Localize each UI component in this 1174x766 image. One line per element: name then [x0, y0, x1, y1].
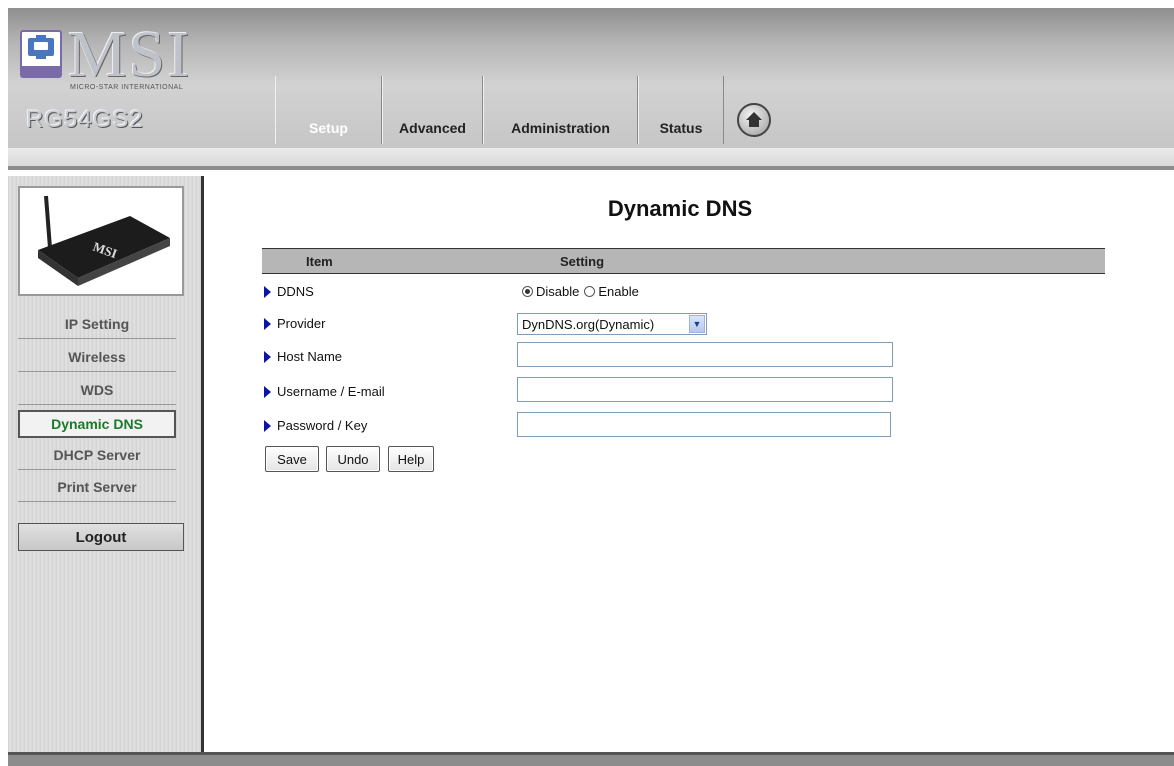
column-header-item: Item: [306, 254, 333, 269]
help-button[interactable]: Help: [388, 446, 434, 472]
host-name-input[interactable]: [517, 342, 893, 367]
top-nav-tabs: Setup Advanced Administration Status: [275, 76, 724, 144]
sidebar-item-dynamic-dns[interactable]: Dynamic DNS: [18, 410, 176, 438]
sidebar-item-dhcp-server[interactable]: DHCP Server: [18, 440, 176, 470]
tab-status[interactable]: Status: [638, 76, 724, 144]
sidebar-item-ip-setting[interactable]: IP Setting: [18, 309, 176, 339]
username-input[interactable]: [517, 377, 893, 402]
column-header-setting: Setting: [560, 254, 605, 269]
settings-table-header: Item Setting: [262, 248, 1105, 274]
ddns-label: DDNS: [264, 284, 314, 299]
provider-selected-value: DynDNS.org(Dynamic): [522, 316, 655, 332]
arrow-right-icon: [264, 419, 271, 432]
brand-logo: MSI: [68, 18, 192, 91]
sidebar: MSI IP Setting Wireless WDS Dynamic DNS …: [8, 176, 204, 752]
header: MSI MICRO-STAR INTERNATIONAL RG54GS2 Set…: [8, 8, 1174, 148]
router-image: MSI: [18, 186, 184, 296]
brand-subtitle: MICRO-STAR INTERNATIONAL: [70, 84, 184, 91]
arrow-right-icon: [264, 317, 271, 330]
chevron-down-icon[interactable]: ▼: [689, 315, 705, 333]
tab-setup[interactable]: Setup: [275, 76, 382, 144]
ddns-radio-group: Disable Enable: [522, 284, 639, 299]
provider-label: Provider: [264, 316, 325, 331]
password-label: Password / Key: [264, 418, 367, 433]
ddns-disable-label: Disable: [536, 284, 580, 299]
logout-button[interactable]: Logout: [18, 523, 184, 551]
arrow-right-icon: [264, 385, 271, 398]
arrow-right-icon: [264, 350, 271, 363]
ddns-disable-radio[interactable]: [522, 286, 533, 297]
header-strip: [8, 148, 1174, 170]
provider-select[interactable]: DynDNS.org(Dynamic) ▼: [517, 313, 707, 335]
footer-bar: [8, 752, 1174, 766]
ddns-enable-radio[interactable]: [584, 286, 596, 297]
username-label: Username / E-mail: [264, 384, 385, 399]
tab-administration[interactable]: Administration: [483, 76, 638, 144]
arrow-right-icon: [264, 285, 271, 298]
msi-logo-icon: [20, 30, 62, 78]
home-icon[interactable]: [737, 103, 771, 137]
page-title: Dynamic DNS: [607, 196, 753, 221]
host-name-label: Host Name: [264, 349, 342, 364]
model-name: RG54GS2: [26, 106, 144, 133]
sidebar-item-wireless[interactable]: Wireless: [18, 342, 176, 372]
ddns-enable-label: Enable: [598, 284, 639, 299]
sidebar-item-print-server[interactable]: Print Server: [18, 472, 176, 502]
sidebar-item-wds[interactable]: WDS: [18, 375, 176, 405]
password-input[interactable]: [517, 412, 891, 437]
undo-button[interactable]: Undo: [326, 446, 380, 472]
save-button[interactable]: Save: [265, 446, 319, 472]
tab-advanced[interactable]: Advanced: [382, 76, 483, 144]
